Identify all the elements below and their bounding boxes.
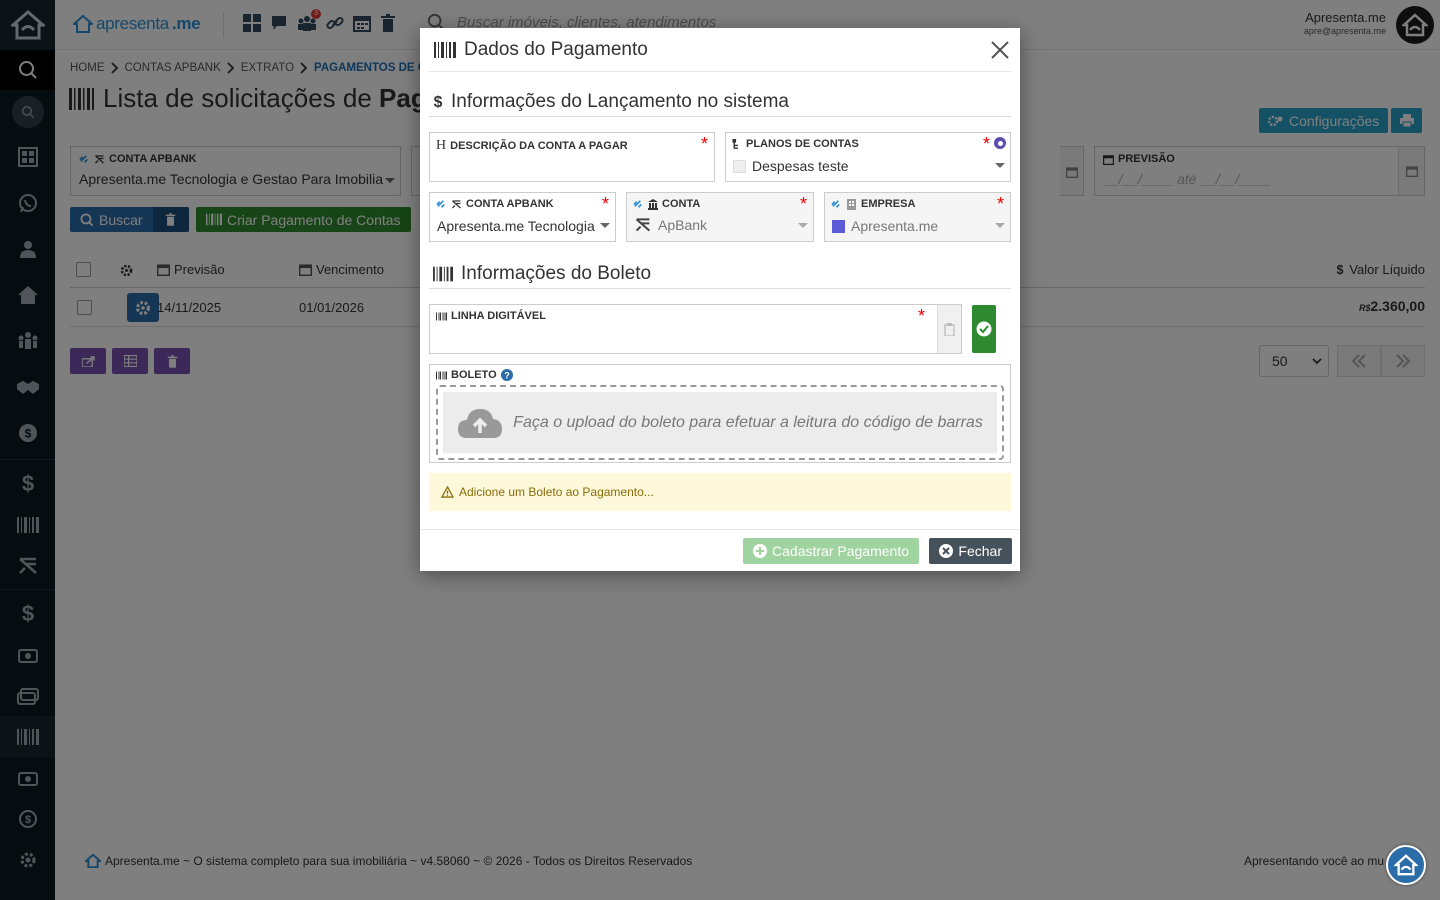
cloud-upload-icon xyxy=(458,408,503,438)
descricao-label: DESCRIÇÃO DA CONTA A PAGAR xyxy=(450,140,628,152)
required-marker: * xyxy=(700,134,708,154)
floating-help-button[interactable] xyxy=(1386,845,1426,885)
conta-apbank-field[interactable]: CONTA APBANK * Apresenta.me Tecnologia xyxy=(429,192,616,242)
conta-value: ApBank xyxy=(658,217,708,233)
conta-select[interactable]: ApBank xyxy=(634,217,707,233)
conta-label: CONTA xyxy=(662,198,701,210)
linha-digitavel-label: LINHA DIGITÁVEL xyxy=(451,310,546,322)
chevron-down-icon xyxy=(995,163,1005,168)
planos-label: PLANOS DE CONTAS xyxy=(746,138,859,150)
empresa-select[interactable]: Apresenta.me xyxy=(832,218,938,234)
conta-apbank-label: CONTA APBANK xyxy=(466,198,554,210)
chevron-down-icon xyxy=(798,223,808,228)
link-icon xyxy=(633,199,642,208)
submit-payment-label: Cadastrar Pagamento xyxy=(772,543,909,559)
company-color-swatch xyxy=(832,219,845,233)
paste-button[interactable] xyxy=(937,305,961,353)
linha-digitavel-field[interactable]: LINHA DIGITÁVEL * xyxy=(429,304,962,354)
barcode-icon xyxy=(433,266,453,281)
close-button[interactable]: Fechar xyxy=(929,538,1012,564)
plus-circle-icon xyxy=(753,544,768,558)
sitemap-icon xyxy=(732,138,738,149)
boleto-upload-field: BOLETO? Faça o upload do boleto para efe… xyxy=(429,364,1011,463)
conta-field[interactable]: CONTA * ApBank xyxy=(626,192,814,242)
empresa-field[interactable]: EMPRESA * Apresenta.me xyxy=(824,192,1011,242)
payment-modal: Dados do Pagamento $ Informações do Lanç… xyxy=(420,28,1020,571)
required-marker: * xyxy=(917,306,925,326)
modal-header: Dados do Pagamento xyxy=(429,28,1011,72)
validate-button[interactable] xyxy=(972,305,996,353)
chevron-down-icon xyxy=(995,223,1005,228)
planos-select[interactable]: Despesas teste xyxy=(733,158,849,174)
empresa-label: EMPRESA xyxy=(861,198,916,210)
alert-warning: Adicione um Boleto ao Pagamento... xyxy=(429,473,1011,511)
apbank-icon xyxy=(635,218,651,232)
help-icon: ? xyxy=(500,369,513,381)
planos-value: Despesas teste xyxy=(752,158,849,174)
close-button-label: Fechar xyxy=(958,543,1002,559)
boleto-label: BOLETO xyxy=(451,369,497,381)
link-icon xyxy=(436,199,445,208)
section-boleto-title: Informações do Boleto xyxy=(461,262,652,284)
modal-footer: Cadastrar Pagamento Fechar xyxy=(420,529,1020,571)
submit-payment-button[interactable]: Cadastrar Pagamento xyxy=(743,538,919,564)
color-swatch xyxy=(733,159,746,173)
planos-settings-icon[interactable] xyxy=(994,137,1006,149)
conta-apbank-value: Apresenta.me Tecnologia xyxy=(437,218,595,234)
check-circle-icon xyxy=(976,321,992,337)
descricao-field[interactable]: H DESCRIÇÃO DA CONTA A PAGAR * xyxy=(429,132,715,182)
heading-icon: H xyxy=(436,138,447,153)
barcode-icon xyxy=(434,41,456,58)
planos-field[interactable]: PLANOS DE CONTAS * Despesas teste xyxy=(725,132,1011,182)
svg-text:$: $ xyxy=(434,94,443,111)
required-marker: * xyxy=(601,194,609,214)
boleto-dropzone[interactable]: Faça o upload do boleto para efetuar a l… xyxy=(436,385,1004,460)
modal-title: Dados do Pagamento xyxy=(464,38,648,60)
required-marker: * xyxy=(982,134,990,154)
building-icon xyxy=(847,198,856,210)
svg-text:?: ? xyxy=(504,371,510,381)
required-marker: * xyxy=(996,194,1004,214)
link-icon xyxy=(831,199,840,208)
empresa-value: Apresenta.me xyxy=(851,218,939,234)
clipboard-icon xyxy=(944,322,955,336)
close-circle-icon xyxy=(939,544,954,558)
barcode-icon xyxy=(436,312,447,320)
modal-close-button[interactable] xyxy=(989,39,1011,61)
dollar-icon: $ xyxy=(434,94,443,111)
home-logo-icon xyxy=(1394,854,1418,876)
close-icon xyxy=(991,41,1009,59)
section-boleto: Informações do Boleto xyxy=(429,259,1011,289)
section-lancamento: $ Informações do Lançamento no sistema xyxy=(429,87,1011,117)
required-marker: * xyxy=(799,194,807,214)
apbank-icon xyxy=(452,199,461,208)
warning-icon xyxy=(441,486,454,498)
chevron-down-icon xyxy=(600,223,610,228)
upload-text: Faça o upload do boleto para efetuar a l… xyxy=(513,413,983,431)
section-lancamento-title: Informações do Lançamento no sistema xyxy=(451,90,789,112)
bank-icon xyxy=(648,198,658,210)
alert-text: Adicione um Boleto ao Pagamento... xyxy=(459,485,654,499)
barcode-icon xyxy=(436,371,447,379)
